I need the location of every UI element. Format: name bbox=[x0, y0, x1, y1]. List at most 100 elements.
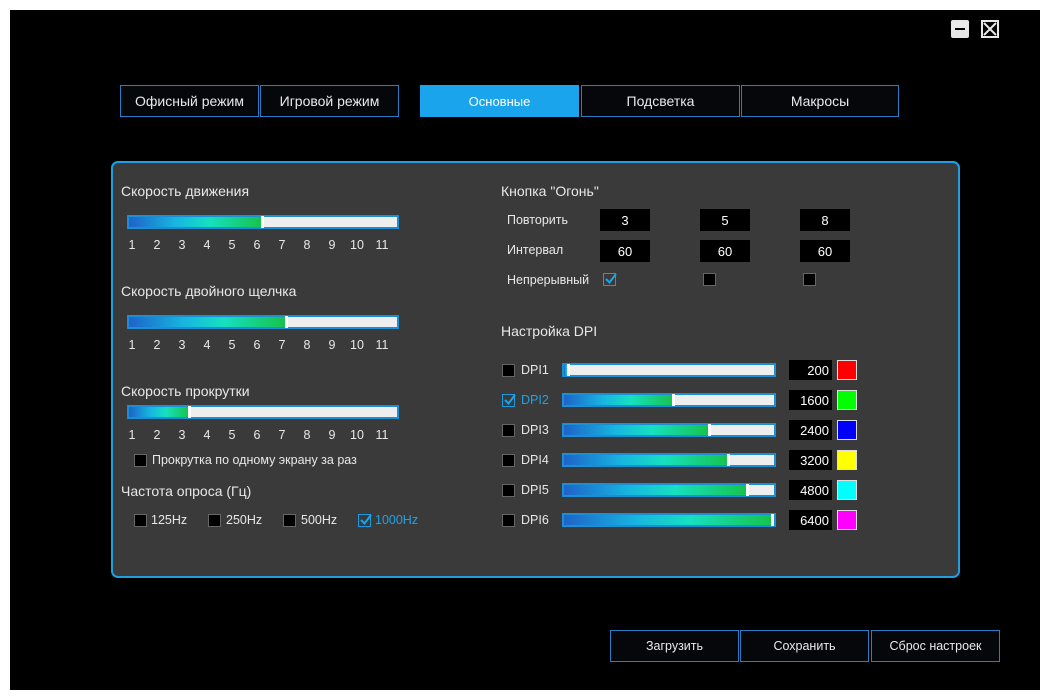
checkmark-icon bbox=[605, 273, 617, 285]
dpi-settings-title: Настройка DPI bbox=[501, 323, 598, 339]
tab-lighting[interactable]: Подсветка bbox=[581, 85, 740, 117]
dpi2-checkbox[interactable] bbox=[502, 394, 516, 407]
repeat-field-1[interactable]: 3 bbox=[600, 209, 650, 231]
tab-macros[interactable]: Макросы bbox=[741, 85, 899, 117]
dpi1-value[interactable]: 200 bbox=[789, 360, 832, 380]
tick-label: 4 bbox=[203, 428, 211, 442]
minimize-icon[interactable] bbox=[951, 20, 969, 38]
tick-label: 6 bbox=[253, 338, 261, 352]
dpi2-label: DPI2 bbox=[521, 393, 549, 407]
tab-office-mode[interactable]: Офисный режим bbox=[120, 85, 259, 117]
load-button[interactable]: Загрузить bbox=[610, 630, 739, 662]
tick-label: 11 bbox=[375, 338, 389, 352]
dpi1-color-swatch[interactable] bbox=[837, 360, 857, 380]
dpi1-checkbox[interactable] bbox=[502, 364, 515, 377]
checkmark-icon bbox=[360, 514, 372, 526]
dpi3-color-swatch[interactable] bbox=[837, 420, 857, 440]
tick-label: 10 bbox=[350, 428, 364, 442]
dpi3-checkbox[interactable] bbox=[502, 424, 515, 437]
tick-label: 5 bbox=[228, 338, 236, 352]
repeat-label: Повторить bbox=[507, 213, 569, 227]
tick-label: 3 bbox=[178, 238, 186, 252]
dpi2-value[interactable]: 1600 bbox=[789, 390, 832, 410]
dpi4-slider[interactable] bbox=[562, 453, 776, 467]
tick-label: 8 bbox=[303, 338, 311, 352]
dpi6-slider[interactable] bbox=[562, 513, 776, 527]
interval-field-1[interactable]: 60 bbox=[600, 240, 650, 262]
continuous-checkbox-1[interactable] bbox=[603, 273, 617, 286]
app-window: Офисный режим Игровой режим Основные Под… bbox=[10, 10, 1040, 690]
tick-label: 9 bbox=[328, 238, 336, 252]
polling-500-label: 500Hz bbox=[301, 513, 338, 527]
tick-label: 10 bbox=[350, 238, 364, 252]
polling-1000-label: 1000Hz bbox=[375, 513, 419, 527]
interval-field-2[interactable]: 60 bbox=[700, 240, 750, 262]
continuous-checkbox-3[interactable] bbox=[803, 273, 816, 286]
continuous-checkbox-2[interactable] bbox=[703, 273, 716, 286]
double-click-speed-ticks: 1 2 3 4 5 6 7 8 9 10 11 bbox=[128, 338, 407, 354]
dpi5-color-swatch[interactable] bbox=[837, 480, 857, 500]
polling-250-label: 250Hz bbox=[226, 513, 263, 527]
movement-speed-title: Скорость движения bbox=[121, 183, 250, 199]
polling-rate-title: Частота опроса (Гц) bbox=[121, 483, 252, 499]
dpi3-value[interactable]: 2400 bbox=[789, 420, 832, 440]
scroll-speed-slider[interactable] bbox=[127, 405, 399, 419]
dpi4-label: DPI4 bbox=[521, 453, 549, 467]
double-click-speed-title: Скорость двойного щелчка bbox=[121, 283, 297, 299]
tick-label: 1 bbox=[128, 338, 136, 352]
tick-label: 8 bbox=[303, 238, 311, 252]
one-screen-scroll-label: Прокрутка по одному экрану за раз bbox=[152, 453, 357, 467]
tab-basic[interactable]: Основные bbox=[420, 85, 579, 117]
dpi4-color-swatch[interactable] bbox=[837, 450, 857, 470]
tick-label: 2 bbox=[153, 428, 161, 442]
polling-500-checkbox[interactable] bbox=[283, 514, 296, 527]
tick-label: 11 bbox=[375, 428, 389, 442]
dpi5-label: DPI5 bbox=[521, 483, 549, 497]
scroll-speed-ticks: 1 2 3 4 5 6 7 8 9 10 11 bbox=[129, 428, 407, 444]
tab-game-mode[interactable]: Игровой режим bbox=[260, 85, 399, 117]
tick-label: 1 bbox=[128, 238, 136, 252]
interval-field-3[interactable]: 60 bbox=[800, 240, 850, 262]
tick-label: 5 bbox=[228, 238, 236, 252]
continuous-label: Непрерывный bbox=[507, 273, 590, 287]
dpi4-value[interactable]: 3200 bbox=[789, 450, 832, 470]
dpi6-value[interactable]: 6400 bbox=[789, 510, 832, 530]
repeat-field-2[interactable]: 5 bbox=[700, 209, 750, 231]
one-screen-scroll-checkbox[interactable] bbox=[134, 454, 147, 467]
dpi6-checkbox[interactable] bbox=[502, 514, 515, 527]
dpi2-color-swatch[interactable] bbox=[837, 390, 857, 410]
dpi5-value[interactable]: 4800 bbox=[789, 480, 832, 500]
double-click-speed-slider[interactable] bbox=[127, 315, 399, 329]
dpi4-checkbox[interactable] bbox=[502, 454, 515, 467]
dpi2-slider[interactable] bbox=[562, 393, 776, 407]
close-icon[interactable] bbox=[981, 20, 999, 38]
polling-250-checkbox[interactable] bbox=[208, 514, 221, 527]
polling-1000-checkbox[interactable] bbox=[358, 514, 372, 527]
dpi6-color-swatch[interactable] bbox=[837, 510, 857, 530]
settings-panel: Скорость движения 1 2 3 4 5 6 7 8 9 10 11 Скорость… bbox=[111, 161, 960, 578]
repeat-field-3[interactable]: 8 bbox=[800, 209, 850, 231]
tick-label: 2 bbox=[153, 338, 161, 352]
tick-label: 3 bbox=[178, 428, 186, 442]
dpi6-label: DPI6 bbox=[521, 513, 549, 527]
checkmark-icon bbox=[504, 394, 516, 406]
polling-125-label: 125Hz bbox=[151, 513, 188, 527]
save-button[interactable]: Сохранить bbox=[740, 630, 869, 662]
dpi1-slider[interactable] bbox=[562, 363, 776, 377]
dpi3-slider[interactable] bbox=[562, 423, 776, 437]
dpi5-slider[interactable] bbox=[562, 483, 776, 497]
fire-button-title: Кнопка "Огонь" bbox=[501, 183, 599, 199]
dpi5-checkbox[interactable] bbox=[502, 484, 515, 497]
polling-125-checkbox[interactable] bbox=[134, 514, 147, 527]
tick-label: 8 bbox=[303, 428, 311, 442]
tick-label: 9 bbox=[328, 428, 336, 442]
movement-speed-slider[interactable] bbox=[127, 215, 399, 229]
movement-speed-ticks: 1 2 3 4 5 6 7 8 9 10 11 bbox=[128, 238, 407, 254]
reset-settings-button[interactable]: Сброс настроек bbox=[871, 630, 1000, 662]
interval-label: Интервал bbox=[507, 243, 564, 257]
tick-label: 10 bbox=[350, 338, 364, 352]
tick-label: 7 bbox=[278, 238, 286, 252]
tick-label: 6 bbox=[253, 428, 261, 442]
dpi3-label: DPI3 bbox=[521, 423, 549, 437]
tick-label: 6 bbox=[253, 238, 261, 252]
